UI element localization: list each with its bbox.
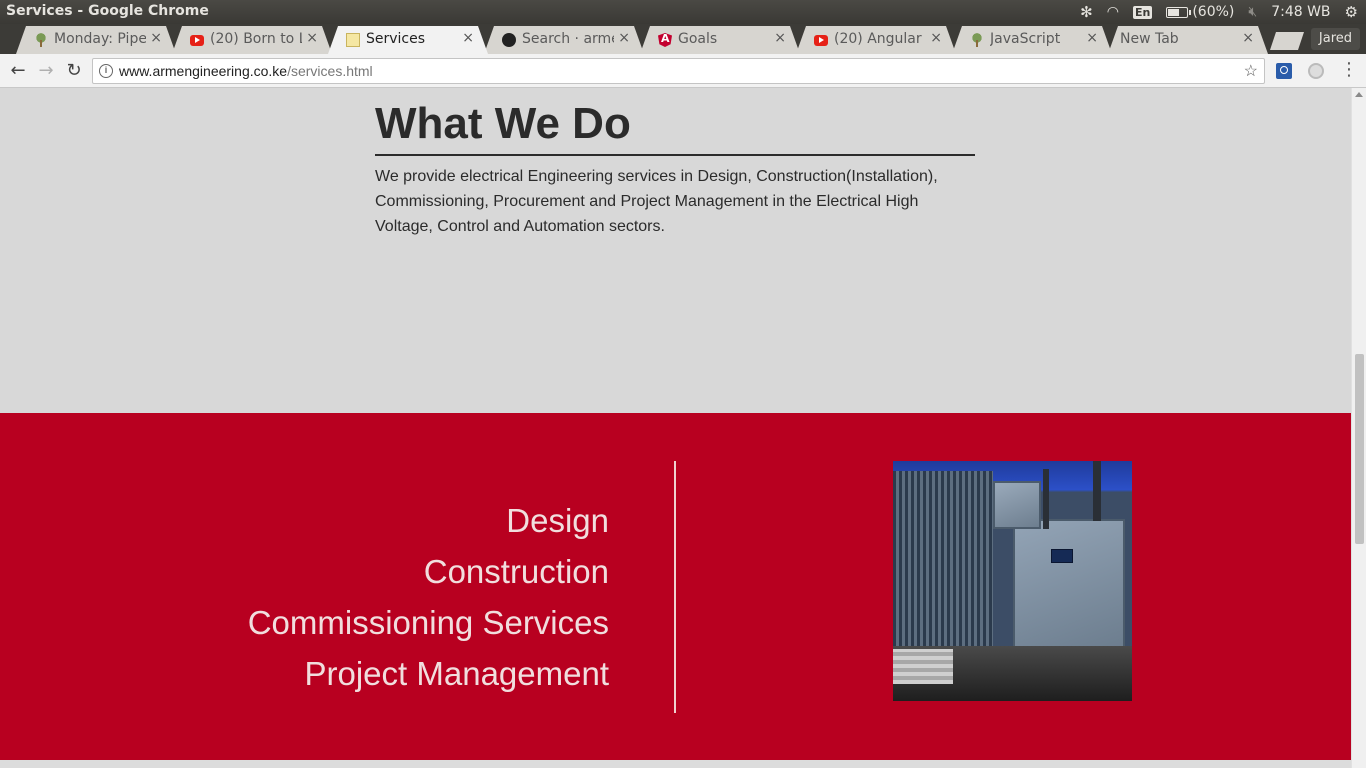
back-arrow-icon[interactable]: ← [7, 60, 29, 82]
new-tab-button[interactable] [1270, 32, 1304, 50]
browser-toolbar: ← → ↻ i www.armengineering.co.ke/service… [0, 54, 1366, 88]
vertical-divider [674, 461, 676, 713]
page-title: What We Do [375, 100, 975, 156]
page-bottom-strip [0, 760, 1351, 768]
transformer-photo [893, 461, 1132, 701]
system-gear-icon[interactable]: ⚙ [1345, 3, 1358, 21]
battery-percent: (60%) [1192, 4, 1235, 20]
bookmark-star-icon[interactable]: ☆ [1244, 61, 1258, 81]
github-icon [502, 33, 516, 47]
volume-muted-icon[interactable]: 🔇︎ [1248, 4, 1257, 20]
tab-services[interactable]: Services × [328, 26, 488, 54]
tab-javascript[interactable]: JavaScript × [952, 26, 1112, 54]
tab-strip: Monday: Pipe × (20) Born to L × Services… [0, 24, 1366, 54]
keyboard-language-indicator[interactable]: En [1132, 5, 1153, 19]
service-item-commissioning: Commissioning Services [247, 604, 609, 641]
scroll-up-arrow-icon[interactable] [1355, 92, 1363, 97]
service-item-project-management: Project Management [304, 655, 610, 692]
os-top-bar: Services - Google Chrome ✻ ◠ En (60%) 🔇︎… [0, 0, 1366, 24]
tree-icon [34, 33, 48, 47]
tab-label: Monday: Pipe [54, 31, 146, 47]
page-viewport: What We Do We provide electrical Enginee… [0, 88, 1351, 768]
services-list: Design Construction Commissioning Servic… [248, 495, 609, 699]
tab-new-tab[interactable]: New Tab × [1108, 26, 1268, 54]
window-title: Services - Google Chrome [6, 3, 209, 19]
close-tab-icon[interactable]: × [618, 30, 630, 46]
youtube-icon [190, 35, 204, 46]
battery-indicator[interactable]: (60%) [1166, 4, 1234, 20]
close-tab-icon[interactable]: × [1086, 30, 1098, 46]
battery-fill [1168, 8, 1179, 16]
services-section: Design Construction Commissioning Servic… [0, 413, 1351, 760]
tab-label: New Tab [1120, 31, 1179, 47]
extension-icon[interactable] [1308, 63, 1324, 79]
system-tray: ✻ ◠ En (60%) 🔇︎ 7:48 WB ⚙ [1080, 2, 1358, 22]
close-tab-icon[interactable]: × [774, 30, 786, 46]
search-extension-icon[interactable] [1276, 63, 1292, 79]
page-scrollbar[interactable] [1351, 88, 1366, 768]
profile-button[interactable]: Jared [1310, 28, 1360, 50]
service-item-design: Design [506, 502, 609, 539]
close-tab-icon[interactable]: × [1242, 30, 1254, 46]
clock[interactable]: 7:48 WB [1271, 4, 1330, 20]
tab-label: (20) Angular 4 [834, 31, 926, 47]
tab-label: Search · armen [522, 31, 612, 47]
tab-label: (20) Born to L [210, 31, 302, 47]
close-tab-icon[interactable]: × [306, 30, 318, 46]
close-tab-icon[interactable]: × [462, 30, 474, 46]
battery-icon [1166, 6, 1192, 18]
forward-arrow-icon[interactable]: → [35, 60, 57, 82]
url-path: /services.html [287, 63, 373, 79]
close-tab-icon[interactable]: × [150, 30, 162, 46]
reload-icon[interactable]: ↻ [63, 60, 85, 82]
url-host: www.armengineering.co.ke [119, 63, 288, 79]
tab-monday-pipe[interactable]: Monday: Pipe × [16, 26, 176, 54]
network-settings-icon[interactable]: ✻ [1080, 3, 1093, 21]
tab-label: Goals [678, 31, 718, 47]
page-description: We provide electrical Engineering servic… [375, 168, 938, 235]
tab-github-search[interactable]: Search · armen × [484, 26, 644, 54]
tab-angular-video[interactable]: (20) Angular 4 × [796, 26, 956, 54]
tree-icon [970, 33, 984, 47]
angular-icon [658, 33, 672, 47]
wifi-icon[interactable]: ◠ [1107, 4, 1119, 20]
page-icon [346, 33, 360, 47]
close-tab-icon[interactable]: × [930, 30, 942, 46]
info-icon[interactable]: i [99, 64, 113, 78]
tab-born-to-learn[interactable]: (20) Born to L × [172, 26, 332, 54]
url-text[interactable]: www.armengineering.co.ke/services.html [119, 63, 373, 79]
tab-label: Services [366, 31, 426, 47]
service-item-construction: Construction [423, 553, 609, 590]
address-bar[interactable]: i www.armengineering.co.ke/services.html… [92, 58, 1265, 84]
youtube-icon [814, 35, 828, 46]
tab-goals[interactable]: Goals × [640, 26, 800, 54]
tab-label: JavaScript [990, 31, 1061, 47]
browser-menu-icon[interactable]: ⋮ [1340, 58, 1358, 82]
scrollbar-thumb[interactable] [1355, 354, 1364, 544]
